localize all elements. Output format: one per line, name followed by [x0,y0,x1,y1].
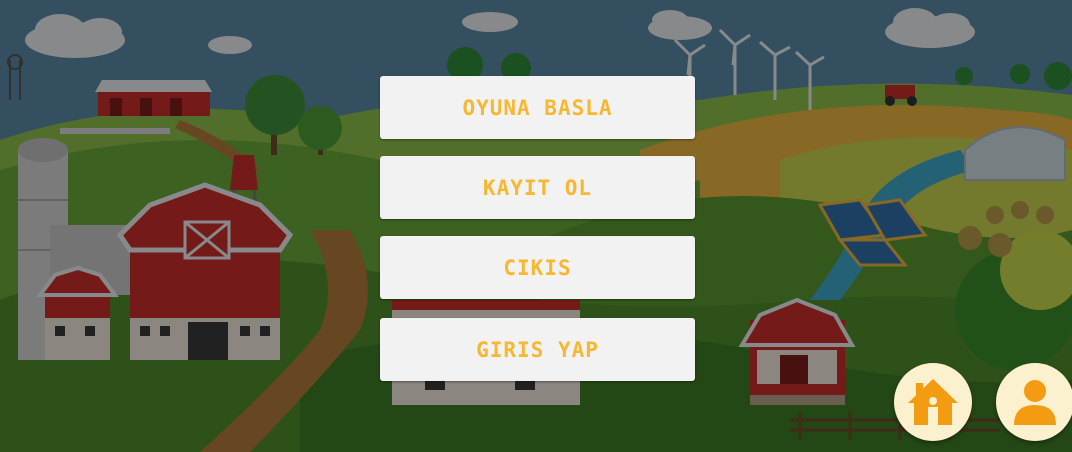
home-icon [908,379,958,425]
home-button[interactable] [894,363,972,441]
exit-button[interactable]: CIKIS [380,236,695,299]
cloud [25,14,125,58]
user-icon [1014,380,1056,425]
register-button[interactable]: KAYIT OL [380,156,695,219]
login-button[interactable]: GIRIS YAP [380,318,695,381]
profile-button[interactable] [996,363,1072,441]
right-barn [738,297,856,405]
cloud [208,36,252,54]
start-game-button[interactable]: OYUNA BASLA [380,76,695,139]
